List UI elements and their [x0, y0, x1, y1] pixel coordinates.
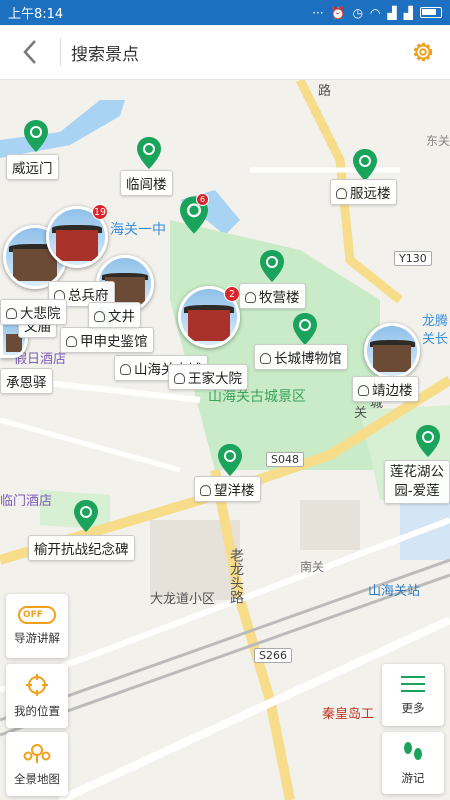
travelog-button[interactable]: 游记	[382, 732, 444, 794]
map-text-school: 海关一中	[110, 222, 166, 238]
guide-button[interactable]: OFF 导游讲解	[6, 594, 68, 658]
search-input[interactable]: 搜索景点	[61, 40, 395, 65]
person-icon	[200, 485, 211, 496]
scenic-pin[interactable]	[137, 137, 161, 169]
cluster-photo[interactable]	[364, 323, 420, 379]
my-location-button[interactable]: 我的位置	[6, 664, 68, 728]
map-text-longteng: 龙腾	[422, 314, 449, 329]
map-text-laolongtou: 老龙头路	[228, 548, 244, 604]
my-location-label: 我的位置	[14, 704, 60, 718]
scenic-pin[interactable]	[218, 444, 242, 476]
more-dots-icon: ···	[312, 5, 324, 20]
scenic-label[interactable]: 王家大院	[168, 364, 248, 390]
more-label: 更多	[401, 701, 425, 715]
scenic-label-text: 望洋楼	[214, 483, 255, 499]
scenic-label[interactable]: 望洋楼	[194, 476, 261, 502]
scenic-pin[interactable]	[74, 500, 98, 532]
crosshair-icon	[26, 674, 48, 696]
gear-icon	[413, 42, 432, 62]
status-time: 上午8:14	[8, 7, 64, 22]
scenic-label-text: 长城博物馆	[274, 351, 342, 367]
person-icon	[6, 308, 17, 319]
overview-map-label: 全景地图	[14, 772, 60, 786]
person-icon	[358, 385, 369, 396]
person-icon	[66, 336, 77, 347]
scenic-pin[interactable]	[24, 120, 48, 152]
status-icons: ··· ⏰ ◷ ◠ ▟ ▟	[312, 6, 442, 20]
scenic-label[interactable]: 服远楼	[330, 179, 397, 205]
person-icon	[94, 311, 105, 322]
back-arrow-icon	[23, 40, 36, 64]
map-text-east: 东关	[426, 134, 450, 148]
map-text-road-lu: 路	[318, 84, 332, 99]
scenic-label-text: 靖边楼	[372, 383, 413, 399]
search-header: 搜索景点	[0, 25, 450, 80]
place-label[interactable]: 威远门	[6, 154, 59, 180]
road-badge-y130: Y130	[394, 251, 432, 266]
signal-icon: ▟	[403, 5, 413, 20]
place-label[interactable]: 承恩驿	[0, 368, 53, 394]
scenic-label[interactable]: 大悲院	[0, 299, 67, 325]
battery-icon	[420, 7, 442, 18]
road-badge-s266: S266	[254, 648, 292, 663]
scenic-label[interactable]: 甲申史鉴馆	[60, 327, 154, 353]
scenic-pin[interactable]	[293, 313, 317, 345]
travelog-label: 游记	[401, 771, 425, 785]
person-icon	[120, 364, 131, 375]
map-text-road-guan: 关	[354, 406, 368, 421]
alarm-off-icon: ⏰	[330, 5, 346, 20]
more-button[interactable]: 更多	[382, 664, 444, 726]
scenic-label[interactable]: 文井	[88, 302, 141, 328]
road-badge-s048: S048	[266, 452, 304, 467]
cluster-badge: 19	[92, 204, 108, 220]
scenic-label-text: 甲申史鉴馆	[80, 334, 148, 350]
place-label[interactable]: 莲花湖公园-爱莲	[384, 460, 450, 504]
guide-label: 导游讲解	[14, 631, 60, 645]
scenic-label[interactable]: 牧营楼	[239, 283, 306, 309]
person-icon	[245, 292, 256, 303]
map-text-dalongdao: 大龙道小区	[150, 592, 216, 607]
scenic-pin[interactable]	[416, 425, 440, 457]
person-icon	[174, 373, 185, 384]
scenic-pin[interactable]	[260, 250, 284, 282]
scenic-label-text: 大悲院	[20, 306, 61, 322]
wifi-icon: ◠	[370, 5, 381, 20]
overview-map-button[interactable]: 全景地图	[6, 732, 68, 796]
signal-icon: ▟	[387, 5, 397, 20]
place-label[interactable]: 临闾楼	[120, 170, 173, 196]
scenic-label-text: 牧营楼	[259, 290, 300, 306]
scenic-pin[interactable]	[353, 149, 377, 181]
map-text-qhd: 秦皇岛工	[322, 707, 375, 722]
map-text-guanchang: 关长	[422, 332, 449, 347]
cluster-badge: 2	[224, 286, 240, 302]
map-text-nanguan: 南关	[300, 560, 325, 574]
scenic-label-text: 服远楼	[350, 186, 391, 202]
map-text-hotel2: 临门酒店	[0, 494, 53, 509]
back-button[interactable]	[0, 25, 60, 80]
scenic-label[interactable]: 长城博物馆	[254, 344, 348, 370]
menu-lines-icon	[401, 676, 425, 692]
scenic-label-text: 文井	[108, 309, 135, 325]
guide-toggle[interactable]: OFF	[18, 606, 56, 624]
location-pins-icon	[23, 744, 51, 763]
person-icon	[336, 188, 347, 199]
scenic-label-text: 王家大院	[188, 371, 242, 387]
footprints-icon	[404, 742, 422, 760]
person-icon	[260, 353, 271, 364]
alarm-icon: ◷	[352, 5, 364, 20]
status-bar: 上午8:14 ··· ⏰ ◷ ◠ ▟ ▟	[0, 0, 450, 25]
cluster-badge: 6	[196, 193, 209, 206]
scenic-label[interactable]: 靖边楼	[352, 376, 419, 402]
map-text-station: 山海关站	[368, 584, 421, 599]
settings-button[interactable]	[395, 25, 450, 80]
map-view[interactable]: 海关一中 山海关古城景区 大龙道小区 山海关站 假日酒店 临门酒店 南关 秦皇岛…	[0, 80, 450, 800]
place-label[interactable]: 榆开抗战纪念碑	[28, 535, 135, 561]
